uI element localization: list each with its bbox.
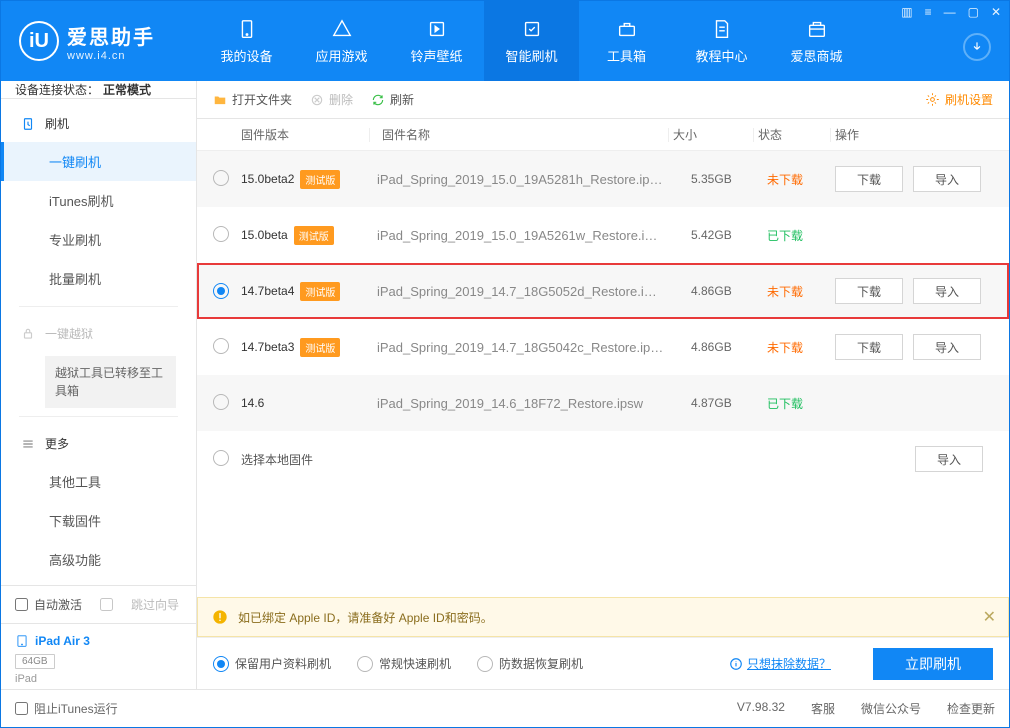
local-firmware-row[interactable]: 选择本地固件导入 [197, 431, 1009, 487]
download-button[interactable]: 下载 [835, 334, 903, 360]
option-radio[interactable] [477, 656, 493, 672]
firmware-row[interactable]: 14.7beta4测试版iPad_Spring_2019_14.7_18G505… [197, 263, 1009, 319]
minimize-icon[interactable]: — [944, 5, 956, 19]
nav-6[interactable]: 爱思商城 [769, 1, 864, 81]
firmware-row[interactable]: 14.7beta3测试版iPad_Spring_2019_14.7_18G504… [197, 319, 1009, 375]
sidebar-item[interactable]: 批量刷机 [1, 259, 196, 298]
nav-4[interactable]: 工具箱 [579, 1, 674, 81]
toolbar: 打开文件夹 删除 刷新 刷机设置 [197, 81, 1009, 119]
block-itunes-checkbox[interactable] [15, 702, 28, 715]
nav-1[interactable]: 应用游戏 [294, 1, 389, 81]
row-radio[interactable] [213, 283, 229, 299]
connection-status: 设备连接状态：正常模式 [1, 81, 196, 99]
import-button[interactable]: 导入 [913, 166, 981, 192]
service-link[interactable]: 客服 [811, 700, 835, 717]
appleid-alert: 如已绑定 Apple ID，请准备好 Apple ID和密码。 ✕ [197, 597, 1009, 637]
option-radio[interactable] [357, 656, 373, 672]
flash-option[interactable]: 防数据恢复刷机 [477, 655, 583, 672]
menu-icon[interactable]: ≡ [925, 5, 932, 19]
sidebar-head-jailbreak: 一键越狱 [1, 315, 196, 352]
import-button[interactable]: 导入 [913, 334, 981, 360]
wechat-link[interactable]: 微信公众号 [861, 700, 921, 717]
window-controls: ▥ ≡ — ▢ ✕ [901, 5, 1001, 19]
logo[interactable]: iU 爱思助手 www.i4.cn [19, 21, 199, 62]
sidebar-head-label: 一键越狱 [45, 325, 93, 342]
firmware-row[interactable]: 14.6iPad_Spring_2019_14.6_18F72_Restore.… [197, 375, 1009, 431]
row-radio[interactable] [213, 394, 229, 410]
option-radio[interactable] [213, 656, 229, 672]
refresh-button[interactable]: 刷新 [371, 91, 414, 108]
nav-0[interactable]: 我的设备 [199, 1, 294, 81]
sidebar-item[interactable]: 下载固件 [1, 501, 196, 540]
sidebar-item[interactable]: 高级功能 [1, 540, 196, 579]
check-update-link[interactable]: 检查更新 [947, 700, 995, 717]
firmware-row[interactable]: 15.0beta测试版iPad_Spring_2019_15.0_19A5261… [197, 207, 1009, 263]
brand-name: 爱思助手 [67, 21, 155, 50]
header: iU 爱思助手 www.i4.cn 我的设备应用游戏铃声壁纸智能刷机工具箱教程中… [1, 1, 1009, 81]
table-header: 固件版本 固件名称 大小 状态 操作 [197, 119, 1009, 151]
nav-3[interactable]: 智能刷机 [484, 1, 579, 81]
sidebar-head-more[interactable]: 更多 [1, 425, 196, 462]
info-icon [729, 657, 743, 671]
close-icon[interactable]: ✕ [991, 5, 1001, 19]
nav-2[interactable]: 铃声壁纸 [389, 1, 484, 81]
shirt-icon[interactable]: ▥ [901, 5, 912, 19]
erase-data-link[interactable]: 只想抹除数据？ [729, 655, 831, 672]
sidebar-item[interactable]: iTunes刷机 [1, 181, 196, 220]
version-label: V7.98.32 [737, 700, 785, 717]
flash-options: 保留用户资料刷机 常规快速刷机 防数据恢复刷机 只想抹除数据？ 立即刷机 [197, 637, 1009, 689]
device-info[interactable]: iPad Air 3 64GB iPad [1, 623, 196, 697]
alert-close-button[interactable]: ✕ [983, 607, 996, 627]
sidebar-item[interactable]: 专业刷机 [1, 220, 196, 259]
sidebar-head-label: 刷机 [45, 115, 69, 132]
sidebar: 设备连接状态：正常模式 刷机 一键刷机iTunes刷机专业刷机批量刷机 一键越狱… [1, 81, 197, 689]
maximize-icon[interactable]: ▢ [968, 5, 979, 19]
skip-guide-checkbox[interactable] [100, 598, 113, 611]
flash-option[interactable]: 常规快速刷机 [357, 655, 451, 672]
auto-activate-checkbox[interactable] [15, 598, 28, 611]
row-radio[interactable] [213, 338, 229, 354]
open-folder-button[interactable]: 打开文件夹 [213, 91, 292, 108]
main-panel: 打开文件夹 删除 刷新 刷机设置 固件版本 固件名称 大小 状态 [197, 81, 1009, 689]
import-button[interactable]: 导入 [913, 278, 981, 304]
firmware-list: 15.0beta2测试版iPad_Spring_2019_15.0_19A528… [197, 151, 1009, 597]
flash-settings-button[interactable]: 刷机设置 [925, 91, 993, 108]
top-nav: 我的设备应用游戏铃声壁纸智能刷机工具箱教程中心爱思商城 [199, 1, 864, 81]
flash-option[interactable]: 保留用户资料刷机 [213, 655, 331, 672]
warning-icon [212, 609, 228, 625]
row-radio[interactable] [213, 226, 229, 242]
sidebar-item[interactable]: 其他工具 [1, 462, 196, 501]
import-button[interactable]: 导入 [915, 446, 983, 472]
download-indicator-icon[interactable] [963, 33, 991, 61]
download-button[interactable]: 下载 [835, 278, 903, 304]
sidebar-item[interactable]: 一键刷机 [1, 142, 196, 181]
row-radio[interactable] [213, 170, 229, 186]
nav-5[interactable]: 教程中心 [674, 1, 769, 81]
logo-icon: iU [19, 21, 59, 61]
download-button[interactable]: 下载 [835, 166, 903, 192]
jailbreak-note: 越狱工具已转移至工具箱 [45, 356, 176, 408]
sidebar-head-label: 更多 [45, 435, 69, 452]
firmware-row[interactable]: 15.0beta2测试版iPad_Spring_2019_15.0_19A528… [197, 151, 1009, 207]
tablet-icon [15, 632, 29, 650]
auto-activate-row: 自动激活 跳过向导 [1, 586, 196, 623]
row-radio[interactable] [213, 450, 229, 466]
flash-now-button[interactable]: 立即刷机 [873, 648, 993, 680]
delete-button[interactable]: 删除 [310, 91, 353, 108]
sidebar-head-flash[interactable]: 刷机 [1, 105, 196, 142]
brand-url: www.i4.cn [67, 50, 155, 62]
